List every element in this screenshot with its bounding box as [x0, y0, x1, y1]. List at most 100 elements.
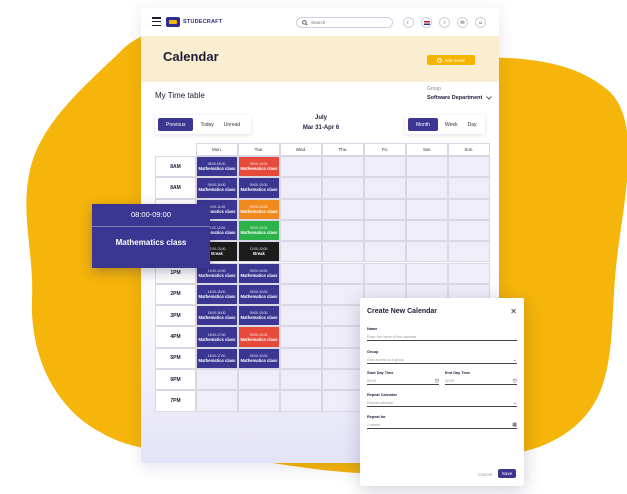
search-box[interactable]	[296, 17, 393, 28]
grid-cell[interactable]	[364, 241, 406, 263]
grid-cell[interactable]	[406, 177, 448, 199]
name-field[interactable]: Enter the name of the calendar	[367, 333, 517, 341]
mail-icon[interactable]: ✉	[457, 17, 468, 28]
grid-cell[interactable]	[280, 219, 322, 242]
event-block[interactable]: 09:00-10:00. Mathematics class	[239, 199, 279, 219]
grid-cell[interactable]	[322, 241, 364, 263]
previous-button[interactable]: Previous	[158, 118, 194, 131]
unread-button[interactable]: Unread	[221, 118, 243, 131]
grid-cell[interactable]	[448, 262, 490, 284]
end-time-field[interactable]: 00:00 ◷	[445, 377, 517, 385]
week-view-button[interactable]: Week	[442, 118, 461, 131]
event-block[interactable]: 09:00-10:00. Mathematics class	[239, 263, 279, 283]
save-button[interactable]: Save	[498, 469, 516, 478]
day-header: Mon.	[196, 143, 238, 156]
hour-label: 8AM	[155, 177, 196, 199]
grid-cell[interactable]	[280, 177, 322, 199]
grid-cell[interactable]	[448, 156, 490, 178]
grid-cell[interactable]	[280, 156, 322, 178]
grid-cell[interactable]	[322, 305, 364, 327]
event-block[interactable]: 09:00-10:00. Mathematics class	[239, 157, 279, 177]
grid-cell[interactable]	[280, 241, 322, 263]
close-icon[interactable]: ✕	[510, 307, 517, 316]
month-view-button[interactable]: Month	[408, 118, 438, 131]
event-block[interactable]: 16:00-17:00. Mathematics class	[197, 327, 237, 347]
app-logo[interactable]: STUDECRAFT	[166, 17, 222, 27]
grid-cell[interactable]	[448, 241, 490, 263]
grid-cell[interactable]	[280, 198, 322, 220]
grid-cell[interactable]	[364, 198, 406, 220]
event-time: 09:00-10:00.	[249, 311, 269, 316]
event-detail-popup[interactable]: 08:00-09:00 Mathematics class	[92, 204, 210, 268]
settings-icon[interactable]: ○	[439, 17, 450, 28]
grid-cell[interactable]	[448, 177, 490, 199]
grid-cell[interactable]	[322, 390, 364, 412]
grid-cell[interactable]	[364, 262, 406, 284]
grid-cell[interactable]	[322, 262, 364, 284]
event-block[interactable]: 09:00-10:00. Mathematics class	[197, 178, 237, 198]
grid-cell[interactable]	[280, 347, 322, 369]
grid-cell[interactable]	[196, 390, 238, 412]
grid-cell[interactable]	[322, 326, 364, 348]
event-name: Mathematics class	[240, 293, 278, 299]
grid-cell[interactable]	[280, 262, 322, 284]
cancel-button[interactable]: Cancel	[478, 472, 492, 477]
event-block[interactable]: 09:00-10:00. Mathematics class	[239, 306, 279, 326]
event-block[interactable]: 15:00-16:00. Mathematics class	[197, 306, 237, 326]
grid-cell[interactable]	[196, 369, 238, 391]
start-time-field[interactable]: 00:00 ◷	[367, 377, 439, 385]
event-name: Break	[211, 251, 223, 257]
event-block[interactable]: 12:00-13:00. Break	[239, 242, 279, 262]
grid-cell[interactable]	[322, 198, 364, 220]
grid-cell[interactable]	[280, 326, 322, 348]
menu-icon[interactable]	[152, 17, 161, 26]
search-input[interactable]	[311, 20, 381, 25]
event-block[interactable]: 14:00-15:00. Mathematics class	[197, 284, 237, 305]
group-field[interactable]: Give access to a group ⌄	[367, 356, 517, 364]
event-time: 14:00-15:00.	[207, 289, 227, 294]
grid-cell[interactable]	[322, 283, 364, 306]
grid-cell[interactable]	[448, 219, 490, 242]
grid-cell[interactable]	[406, 198, 448, 220]
grid-cell[interactable]	[406, 156, 448, 178]
grid-cell[interactable]	[406, 241, 448, 263]
name-label: Name	[367, 327, 378, 331]
grid-cell[interactable]	[406, 219, 448, 242]
today-button[interactable]: Today	[197, 118, 216, 131]
grid-cell[interactable]	[280, 390, 322, 412]
clock-icon: ◷	[434, 377, 439, 384]
event-block[interactable]: 16:00-17:00. Mathematics class	[197, 348, 237, 368]
flag-icon[interactable]	[421, 17, 432, 28]
grid-cell[interactable]	[238, 390, 280, 412]
grid-cell[interactable]	[406, 262, 448, 284]
grid-cell[interactable]	[322, 347, 364, 369]
group-label: Group	[427, 86, 441, 92]
add-event-button[interactable]: + Add event	[427, 55, 475, 65]
grid-cell[interactable]	[280, 283, 322, 306]
user-icon[interactable]: ☺	[475, 17, 486, 28]
grid-cell[interactable]	[322, 369, 364, 391]
moon-icon[interactable]: ☾	[403, 17, 414, 28]
event-block[interactable]: 08:00-09:00. Mathematics class	[197, 157, 237, 177]
event-block[interactable]: 09:00-10:00. Mathematics class	[239, 220, 279, 241]
grid-cell[interactable]	[280, 305, 322, 327]
grid-cell[interactable]	[322, 156, 364, 178]
grid-cell[interactable]	[364, 177, 406, 199]
repeat-for-field[interactable]: 2 weeks ▦	[367, 421, 517, 429]
grid-cell[interactable]	[322, 177, 364, 199]
group-select[interactable]: Software Department	[427, 95, 493, 101]
event-block[interactable]: 09:00-10:00. Mathematics class	[239, 327, 279, 347]
view-button-group: Month Week Day	[405, 115, 485, 134]
event-block[interactable]: 09:00-10:00. Mathematics class	[239, 284, 279, 305]
event-block[interactable]: 09:00-10:00. Mathematics class	[239, 178, 279, 198]
day-view-button[interactable]: Day	[465, 118, 480, 131]
grid-cell[interactable]	[238, 369, 280, 391]
event-block[interactable]: 09:00-10:00. Mathematics class	[239, 348, 279, 368]
grid-cell[interactable]	[364, 156, 406, 178]
grid-cell[interactable]	[364, 219, 406, 242]
grid-cell[interactable]	[448, 198, 490, 220]
repeat-calendar-field[interactable]: Repeat calendar ⌄	[367, 399, 517, 407]
day-header: Thu.	[322, 143, 364, 156]
grid-cell[interactable]	[280, 369, 322, 391]
grid-cell[interactable]	[322, 219, 364, 242]
